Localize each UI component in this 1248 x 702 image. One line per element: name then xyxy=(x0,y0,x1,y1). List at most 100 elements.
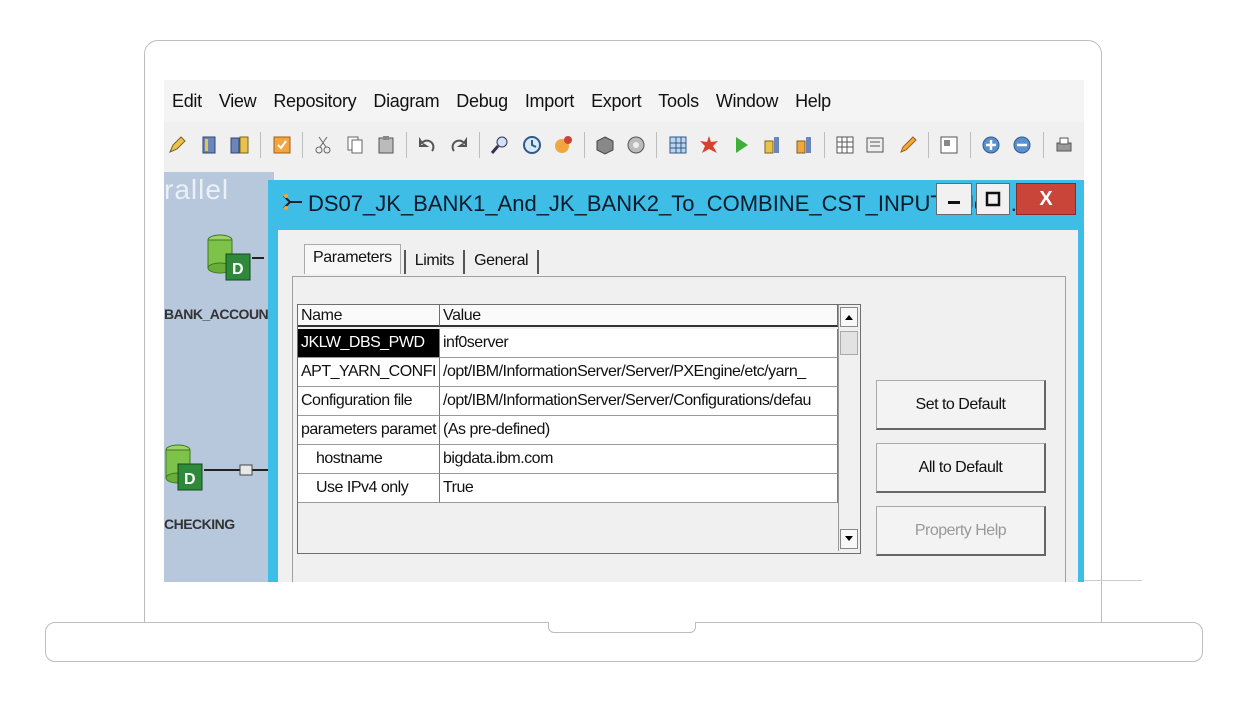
table-row[interactable]: parameters paramet (As pre-defined) xyxy=(298,416,838,445)
print-icon[interactable] xyxy=(1052,133,1074,157)
scissors-icon[interactable] xyxy=(312,133,334,157)
parameters-grid[interactable]: Name Value JKLW_DBS_PWD inf0server APT_Y… xyxy=(297,304,861,554)
properties-icon[interactable] xyxy=(625,133,647,157)
menubar: Edit View Repository Diagram Debug Impor… xyxy=(164,80,1084,122)
param-value-cell[interactable]: /opt/IBM/InformationServer/Server/PXEngi… xyxy=(440,358,838,387)
book-icon[interactable] xyxy=(197,133,219,157)
stage-label-bank-account: BANK_ACCOUN xyxy=(164,306,269,322)
toolbar xyxy=(164,124,1084,166)
table-icon[interactable] xyxy=(834,133,856,157)
maximize-icon xyxy=(985,191,1001,207)
column-header-value[interactable]: Value xyxy=(440,305,838,327)
set-to-default-button[interactable]: Set to Default xyxy=(876,380,1046,430)
bookmark-alt-icon[interactable] xyxy=(792,133,814,157)
tab-strip: Parameters Limits General xyxy=(304,244,542,274)
toolbar-separator xyxy=(583,132,585,158)
dialog-title: DS07_JK_BANK1_And_JK_BANK2_To_COMBINE_CS… xyxy=(308,191,1023,216)
screen-edge-line xyxy=(1080,580,1142,581)
tab-divider xyxy=(403,250,406,274)
table-row[interactable]: JKLW_DBS_PWD inf0server xyxy=(298,329,838,358)
list-icon[interactable] xyxy=(865,133,887,157)
toolbar-separator xyxy=(301,132,303,158)
menu-debug[interactable]: Debug xyxy=(456,91,508,112)
cube-icon[interactable] xyxy=(594,133,616,157)
all-to-default-button[interactable]: All to Default xyxy=(876,443,1046,493)
param-name-cell[interactable]: JKLW_DBS_PWD xyxy=(298,329,440,358)
param-value-cell[interactable]: True xyxy=(440,474,838,503)
param-value-cell[interactable]: (As pre-defined) xyxy=(440,416,838,445)
column-header-name[interactable]: Name xyxy=(298,305,440,327)
tab-divider xyxy=(537,250,540,274)
menu-window[interactable]: Window xyxy=(716,91,779,112)
menu-export[interactable]: Export xyxy=(591,91,642,112)
tab-divider xyxy=(463,250,466,274)
close-button[interactable]: X xyxy=(1016,183,1076,215)
copy-icon[interactable] xyxy=(343,133,365,157)
table-row[interactable]: Use IPv4 only True xyxy=(298,474,838,503)
zoom-icon[interactable] xyxy=(521,133,543,157)
menu-import[interactable]: Import xyxy=(525,91,575,112)
grid-scrollbar[interactable] xyxy=(838,305,859,551)
redo-icon[interactable] xyxy=(448,133,470,157)
menu-diagram[interactable]: Diagram xyxy=(373,91,439,112)
param-value-input[interactable]: inf0server xyxy=(440,329,838,358)
tab-parameters[interactable]: Parameters xyxy=(304,244,401,274)
param-value-cell[interactable]: bigdata.ibm.com xyxy=(440,445,838,474)
database-stage-icon[interactable]: D xyxy=(164,440,272,507)
minimize-icon xyxy=(948,201,960,204)
scroll-down-button[interactable] xyxy=(840,529,858,549)
toolbar-separator xyxy=(928,132,930,158)
find-icon[interactable] xyxy=(489,133,511,157)
menu-tools[interactable]: Tools xyxy=(658,91,699,112)
toolbar-separator xyxy=(260,132,262,158)
palette-icon[interactable] xyxy=(552,133,574,157)
tab-general[interactable]: General xyxy=(468,248,534,274)
bookmark-icon[interactable] xyxy=(761,133,783,157)
compile-icon[interactable] xyxy=(270,133,292,157)
toolbar-separator xyxy=(406,132,408,158)
menu-repository[interactable]: Repository xyxy=(273,91,356,112)
param-name-cell[interactable]: Configuration file xyxy=(298,387,440,416)
svg-text:D: D xyxy=(184,471,196,488)
param-name-cell[interactable]: parameters paramet xyxy=(298,416,440,445)
param-name-cell[interactable]: hostname xyxy=(298,445,440,474)
canvas-title: rallel xyxy=(164,174,230,205)
property-help-button[interactable]: Property Help xyxy=(876,506,1046,556)
minimize-button[interactable] xyxy=(936,183,972,215)
job-canvas[interactable]: rallel D BANK_ACCOUN D CHECKING xyxy=(164,172,274,582)
grid-icon[interactable] xyxy=(666,133,688,157)
zoom-in-icon[interactable] xyxy=(980,133,1002,157)
zoom-out-icon[interactable] xyxy=(1011,133,1033,157)
tab-limits[interactable]: Limits xyxy=(409,248,460,274)
menu-view[interactable]: View xyxy=(219,91,257,112)
layout-icon[interactable] xyxy=(938,133,960,157)
table-row[interactable]: hostname bigdata.ibm.com xyxy=(298,445,838,474)
scroll-thumb[interactable] xyxy=(840,331,858,355)
toolbar-separator xyxy=(969,132,971,158)
explode-icon[interactable] xyxy=(698,133,720,157)
toolbar-separator xyxy=(656,132,658,158)
param-name-cell[interactable]: APT_YARN_CONFI xyxy=(298,358,440,387)
pencil-icon[interactable] xyxy=(166,133,188,157)
edit-icon[interactable] xyxy=(897,133,919,157)
database-stage-icon[interactable]: D xyxy=(204,230,264,297)
scroll-up-button[interactable] xyxy=(840,307,858,327)
stage-label-checking: CHECKING xyxy=(164,516,235,532)
table-row[interactable]: APT_YARN_CONFI /opt/IBM/InformationServe… xyxy=(298,358,838,387)
paste-icon[interactable] xyxy=(375,133,397,157)
arrow-down-icon xyxy=(845,536,853,541)
toolbar-separator xyxy=(823,132,825,158)
menu-edit[interactable]: Edit xyxy=(172,91,202,112)
laptop-notch xyxy=(548,622,696,633)
maximize-button[interactable] xyxy=(976,183,1010,215)
toolbar-separator xyxy=(479,132,481,158)
table-row[interactable]: Configuration file /opt/IBM/InformationS… xyxy=(298,387,838,416)
run-icon[interactable] xyxy=(729,133,751,157)
dialog-titlebar[interactable]: DS07_JK_BANK1_And_JK_BANK2_To_COMBINE_CS… xyxy=(268,180,1084,226)
undo-icon[interactable] xyxy=(416,133,438,157)
arrow-up-icon xyxy=(845,315,853,320)
menu-help[interactable]: Help xyxy=(795,91,831,112)
param-value-cell[interactable]: /opt/IBM/InformationServer/Server/Config… xyxy=(440,387,838,416)
books-icon[interactable] xyxy=(229,133,251,157)
param-name-cell[interactable]: Use IPv4 only xyxy=(298,474,440,503)
